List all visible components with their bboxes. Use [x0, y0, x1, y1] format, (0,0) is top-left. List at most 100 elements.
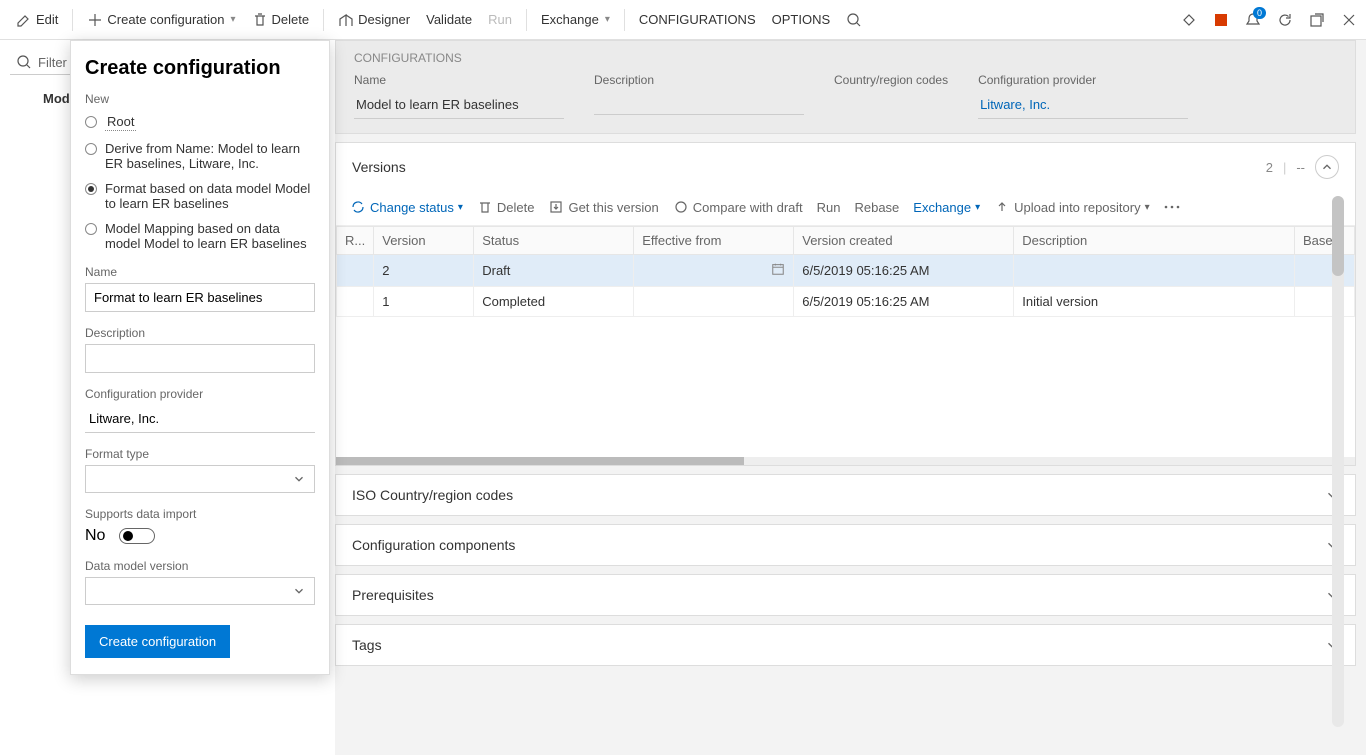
get-version-button[interactable]: Get this version — [548, 199, 658, 215]
radio-derive[interactable]: Derive from Name: Model to learn ER base… — [85, 141, 315, 171]
validate-button[interactable]: Validate — [418, 6, 480, 33]
components-header[interactable]: Configuration components — [336, 525, 1355, 565]
provider-value: Litware, Inc. — [85, 405, 315, 433]
header-codes-label: Country/region codes — [834, 73, 948, 87]
config-header-card: CONFIGURATIONS Name Model to learn ER ba… — [335, 40, 1356, 134]
exchange-button[interactable]: Exchange▾ — [533, 6, 618, 33]
trash-icon — [252, 12, 268, 28]
refresh-icon[interactable] — [1276, 11, 1294, 29]
trash-icon — [477, 199, 493, 215]
search-icon — [16, 54, 32, 70]
header-desc-label: Description — [594, 73, 804, 87]
header-name-value: Model to learn ER baselines — [354, 93, 564, 119]
versions-header-row: R... Version Status Effective from Versi… — [337, 227, 1355, 255]
new-section-label: New — [85, 92, 315, 106]
delete-label: Delete — [272, 12, 310, 27]
radio-icon — [85, 223, 97, 235]
more-button[interactable] — [1164, 205, 1180, 209]
dmv-select[interactable] — [85, 577, 315, 605]
designer-button[interactable]: Designer — [330, 6, 418, 34]
versions-count: 2 — [1266, 160, 1273, 175]
versions-dash: -- — [1296, 160, 1305, 175]
iso-header[interactable]: ISO Country/region codes — [336, 475, 1355, 515]
chevron-down-icon — [292, 584, 306, 598]
grid-horizontal-scrollbar[interactable] — [336, 457, 1355, 465]
panel-title: Create configuration — [85, 57, 315, 80]
provider-label: Configuration provider — [85, 387, 315, 401]
upload-icon — [994, 199, 1010, 215]
system-icons: 0 — [1180, 11, 1358, 29]
radio-icon — [85, 183, 97, 195]
options-nav[interactable]: OPTIONS — [764, 6, 839, 33]
header-desc-value[interactable] — [594, 93, 804, 115]
tags-section: Tags — [335, 624, 1356, 666]
rebase-button[interactable]: Rebase — [854, 200, 899, 215]
versions-exchange-button[interactable]: Exchange▾ — [913, 200, 980, 215]
main-area: CONFIGURATIONS Name Model to learn ER ba… — [335, 40, 1356, 745]
upload-button[interactable]: Upload into repository▾ — [994, 199, 1150, 215]
radio-mapping[interactable]: Model Mapping based on data model Model … — [85, 221, 315, 251]
prereq-header[interactable]: Prerequisites — [336, 575, 1355, 615]
designer-label: Designer — [358, 12, 410, 27]
office-icon[interactable] — [1212, 11, 1230, 29]
versions-toolbar: Change status▾ Delete Get this version C… — [336, 191, 1355, 226]
designer-icon — [338, 12, 354, 28]
collapse-versions-button[interactable] — [1315, 155, 1339, 179]
header-provider-value[interactable]: Litware, Inc. — [978, 93, 1188, 119]
close-icon[interactable] — [1340, 11, 1358, 29]
download-icon — [548, 199, 564, 215]
versions-title: Versions — [352, 159, 406, 175]
plus-icon — [87, 12, 103, 28]
search-icon — [846, 12, 862, 28]
more-icon — [1164, 205, 1180, 209]
main-vertical-scrollbar[interactable] — [1332, 196, 1344, 727]
create-label: Create configuration — [107, 12, 224, 27]
versions-section: Versions 2 | -- Change status▾ Delete — [335, 142, 1356, 466]
notification-icon[interactable]: 0 — [1244, 11, 1262, 29]
header-name-label: Name — [354, 73, 564, 87]
toolbar-search-button[interactable] — [838, 6, 870, 34]
chevron-down-icon: ▾ — [605, 14, 610, 25]
versions-header[interactable]: Versions 2 | -- — [336, 143, 1355, 191]
create-configuration-button[interactable]: Create configuration ▾ — [79, 6, 243, 34]
edit-button[interactable]: Edit — [8, 6, 66, 34]
name-label: Name — [85, 265, 315, 279]
change-status-button[interactable]: Change status▾ — [350, 199, 463, 215]
run-button: Run — [480, 6, 520, 33]
calendar-icon — [771, 262, 785, 276]
delete-button[interactable]: Delete — [244, 6, 318, 34]
versions-delete-button[interactable]: Delete — [477, 199, 535, 215]
chevron-down-icon — [292, 472, 306, 486]
create-configuration-submit[interactable]: Create configuration — [85, 625, 230, 658]
create-configuration-panel: Create configuration New Root Derive fro… — [70, 40, 330, 675]
table-row[interactable]: 2Draft6/5/2019 05:16:25 AM — [337, 255, 1355, 287]
supports-value: No — [85, 527, 105, 545]
attach-icon[interactable] — [1180, 11, 1198, 29]
chevron-down-icon: ▾ — [230, 14, 235, 25]
header-sub: CONFIGURATIONS — [354, 51, 1337, 65]
radio-root[interactable]: Root — [85, 114, 315, 131]
cycle-icon — [350, 199, 366, 215]
compare-icon — [673, 199, 689, 215]
chevron-up-icon — [1320, 160, 1334, 174]
radio-icon — [85, 116, 97, 128]
tags-header[interactable]: Tags — [336, 625, 1355, 665]
name-input[interactable] — [85, 283, 315, 312]
supports-toggle[interactable] — [119, 528, 155, 544]
dmv-label: Data model version — [85, 559, 315, 573]
iso-section: ISO Country/region codes — [335, 474, 1356, 516]
header-provider-label: Configuration provider — [978, 73, 1188, 87]
radio-format[interactable]: Format based on data model Model to lear… — [85, 181, 315, 211]
configurations-nav[interactable]: CONFIGURATIONS — [631, 6, 764, 33]
notification-badge: 0 — [1253, 7, 1266, 19]
versions-grid: R... Version Status Effective from Versi… — [336, 226, 1355, 317]
versions-run-button[interactable]: Run — [817, 200, 841, 215]
popout-icon[interactable] — [1308, 11, 1326, 29]
description-label: Description — [85, 326, 315, 340]
pencil-icon — [16, 12, 32, 28]
table-row[interactable]: 1Completed6/5/2019 05:16:25 AMInitial ve… — [337, 287, 1355, 317]
main-toolbar: Edit Create configuration ▾ Delete Desig… — [0, 0, 1366, 40]
description-input[interactable] — [85, 344, 315, 373]
compare-button[interactable]: Compare with draft — [673, 199, 803, 215]
formattype-select[interactable] — [85, 465, 315, 493]
